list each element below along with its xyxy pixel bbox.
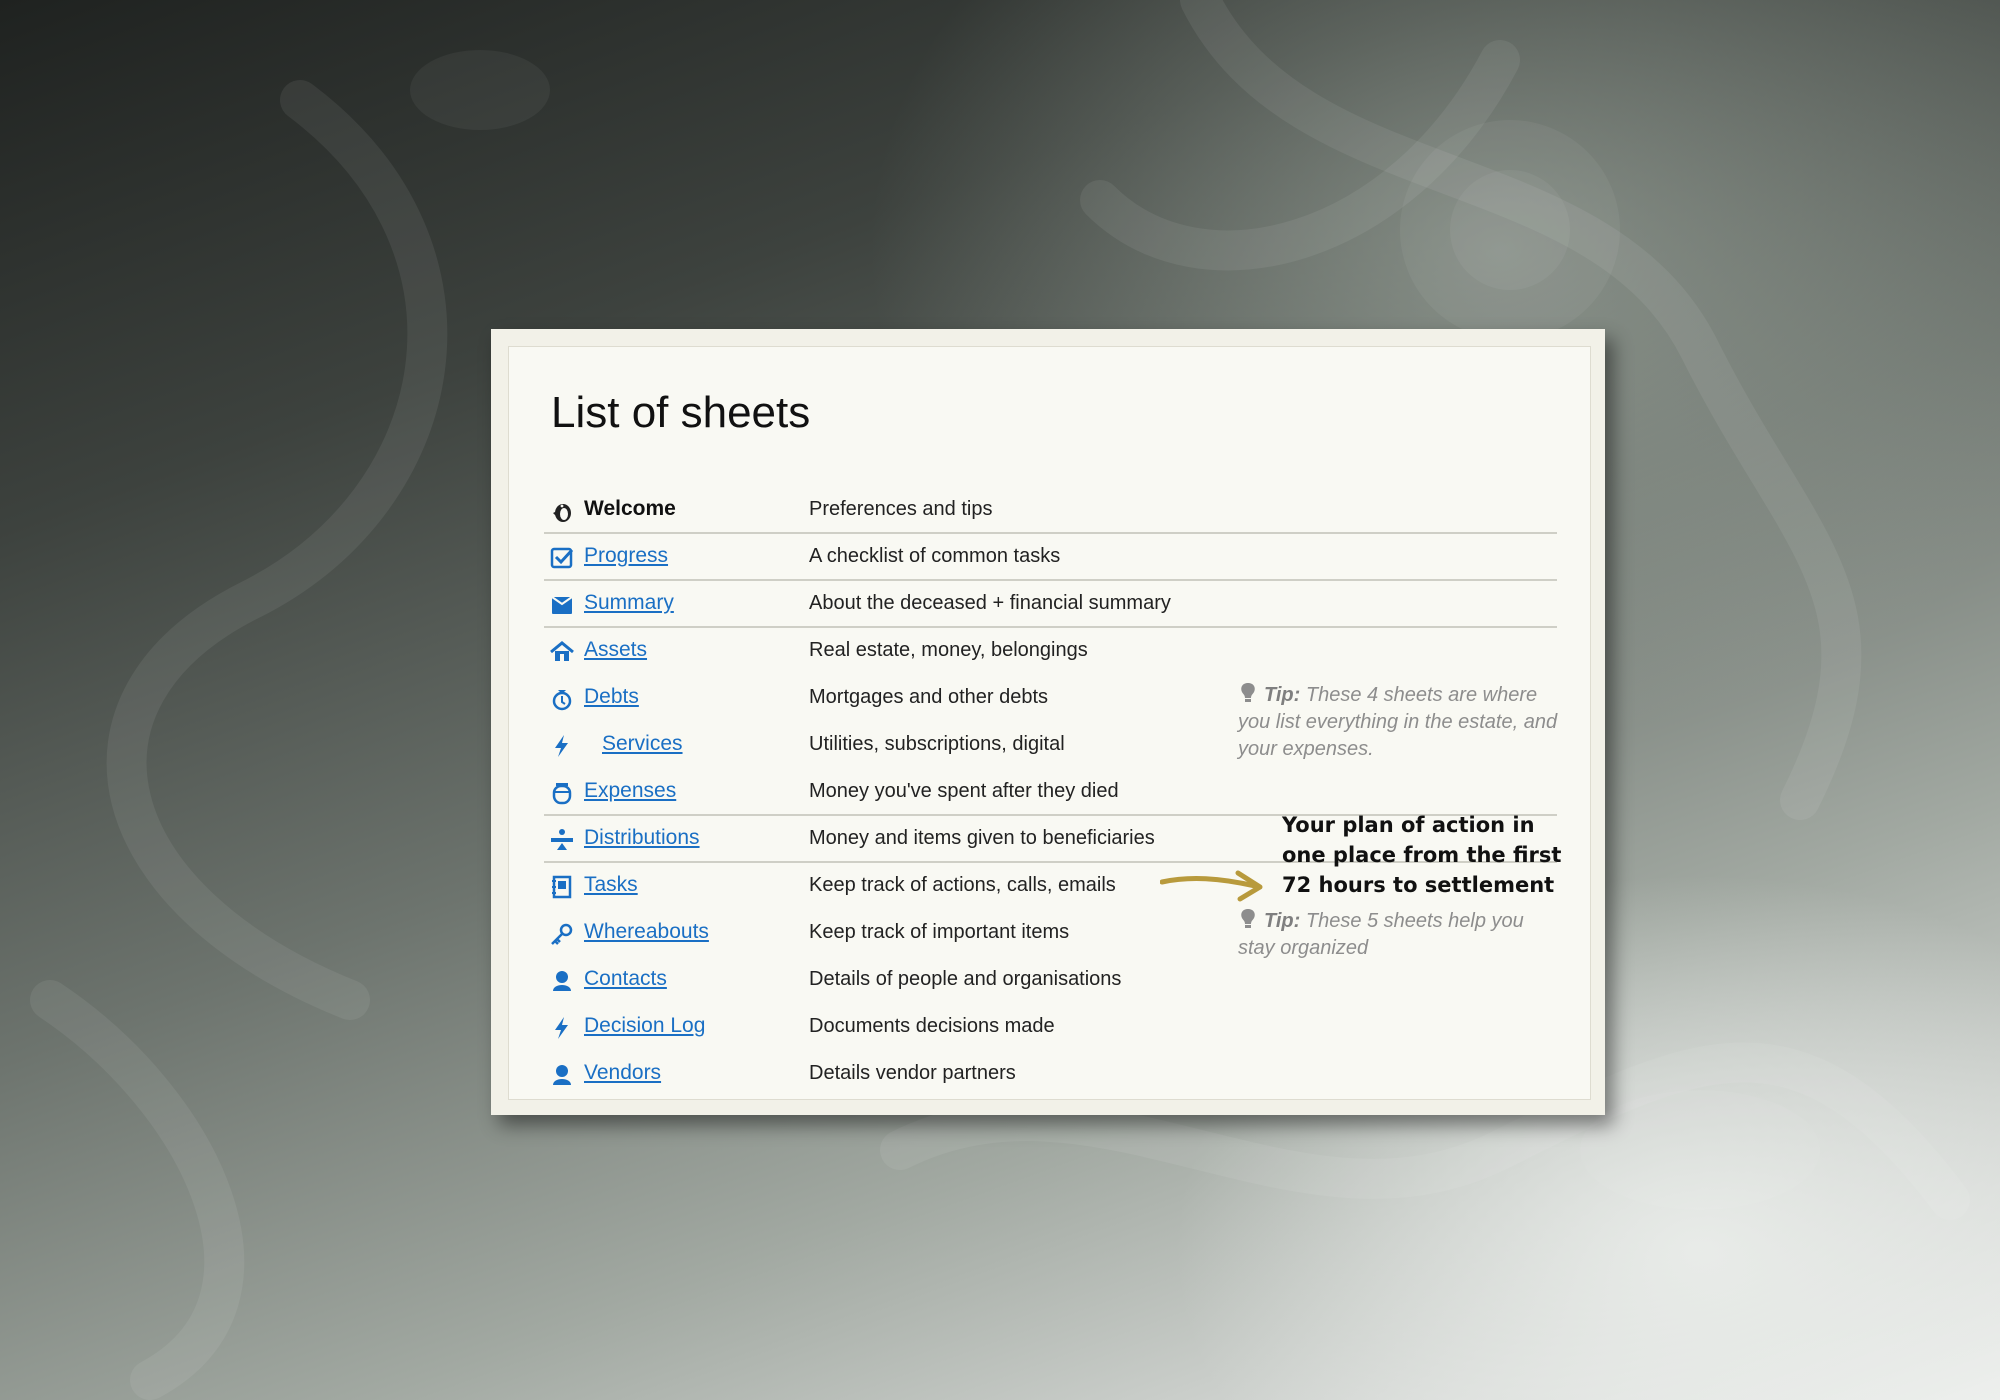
sheet-link-distributions[interactable]: Distributions [584, 826, 700, 850]
sheet-description: Preferences and tips [809, 498, 993, 520]
sheet-description: Real estate, money, belongings [809, 639, 1088, 661]
sheet-link-contacts[interactable]: Contacts [584, 967, 667, 991]
sheet-link-services[interactable]: Services [602, 732, 683, 756]
sheet-link-expenses[interactable]: Expenses [584, 779, 676, 803]
sheet-row-decision-log: Decision Log Documents decisions made [544, 1004, 1557, 1051]
sheet-description: About the deceased + financial summary [809, 592, 1171, 614]
sheet-description: Utilities, subscriptions, digital [809, 733, 1065, 755]
sheet-description: Details vendor partners [809, 1062, 1016, 1084]
sheet-description: Details of people and organisations [809, 968, 1122, 990]
lightning-icon [555, 735, 568, 757]
arrow-icon [1160, 870, 1263, 902]
plan-callout: Your plan of action in one place from th… [1282, 813, 1562, 897]
sheet-list: Welcome Preferences and tips Progress A … [544, 487, 1557, 1098]
sheet-description: A checklist of common tasks [809, 545, 1061, 567]
sheet-link-progress[interactable]: Progress [584, 544, 668, 568]
lightbulb-icon [1241, 909, 1255, 928]
house-icon [550, 641, 574, 661]
lightning-icon [555, 1017, 568, 1039]
notebook-icon [552, 875, 572, 899]
sheet-link-decision-log[interactable]: Decision Log [584, 1014, 705, 1038]
sheet-link-assets[interactable]: Assets [584, 638, 647, 662]
page-title: List of sheets [551, 388, 811, 437]
lightbulb-icon [1241, 683, 1255, 702]
tip-record-sheets: Tip: These 4 sheets are where you list e… [1238, 682, 1558, 763]
sheet-description: Money you've spent after they died [809, 780, 1119, 802]
sheet-link-welcome[interactable]: Welcome [584, 497, 676, 521]
money-bag-icon [552, 690, 572, 711]
tip-label: Tip: [1264, 684, 1301, 706]
folder-icon [551, 596, 573, 614]
sheet-link-summary[interactable]: Summary [584, 591, 674, 615]
person-icon [553, 971, 571, 991]
sheet-row-welcome: Welcome Preferences and tips [544, 487, 1557, 534]
sheet-description: Money and items given to beneficiaries [809, 827, 1155, 849]
sheet-description: Keep track of important items [809, 921, 1070, 943]
sheet-description: Mortgages and other debts [809, 686, 1049, 708]
sheet-link-vendors[interactable]: Vendors [584, 1061, 661, 1085]
sheet-link-whereabouts[interactable]: Whereabouts [584, 920, 709, 944]
sheet-row-contacts: Contacts Details of people and organisat… [544, 957, 1557, 1004]
sheet-description: Documents decisions made [809, 1015, 1055, 1037]
sheet-description: Keep track of actions, calls, emails [809, 874, 1116, 896]
sheet-row-summary: Summary About the deceased + financial s… [544, 581, 1557, 628]
sheet-row-progress: Progress A checklist of common tasks [544, 534, 1557, 581]
key-icon [551, 923, 573, 945]
penguin-icon [553, 504, 571, 522]
sheet-row-expenses: Expenses Money you've spent after they d… [544, 769, 1557, 816]
person-icon [553, 1065, 571, 1085]
tip-label: Tip: [1264, 910, 1301, 932]
tip-organize-sheets: Tip: These 5 sheets help you stay organi… [1238, 908, 1538, 962]
sheet-link-debts[interactable]: Debts [584, 685, 639, 709]
jar-icon [552, 783, 572, 805]
sheet-row-vendors: Vendors Details vendor partners [544, 1051, 1557, 1098]
divide-icon [551, 829, 573, 850]
sheet-row-assets: Assets Real estate, money, belongings [544, 628, 1557, 675]
checkbox-icon [550, 547, 574, 569]
sheet-link-tasks[interactable]: Tasks [584, 873, 638, 897]
